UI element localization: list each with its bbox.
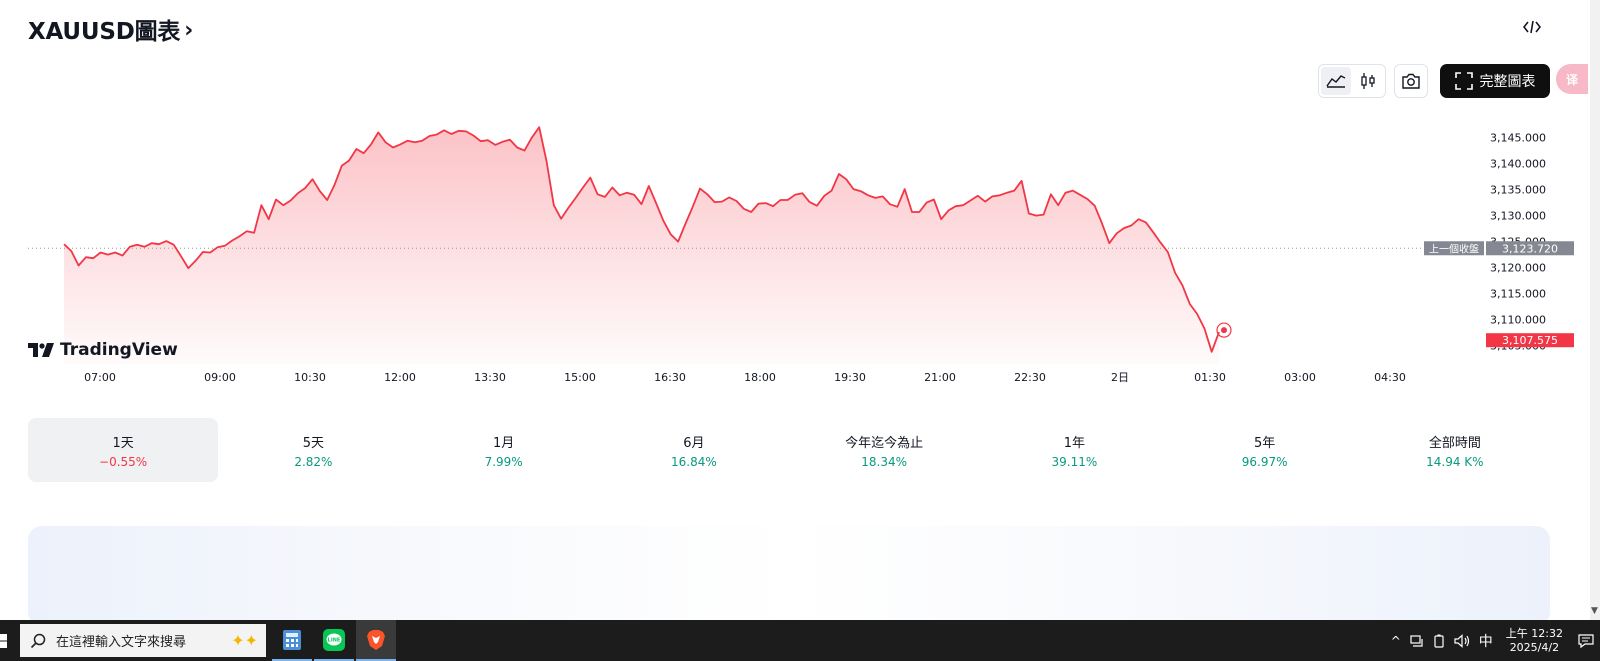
range-label: 5年: [1253, 435, 1276, 451]
show-hidden-icons-icon[interactable]: ^: [1391, 634, 1401, 648]
range-change: 2.82%: [294, 454, 333, 469]
x-axis-tick-label: 22:30: [1014, 371, 1046, 384]
range-tab-ytd[interactable]: 今年迄今為止 18.34%: [789, 418, 979, 482]
x-axis-tick-label: 10:30: [294, 371, 326, 384]
range-change: 18.34%: [861, 454, 907, 469]
tradingview-mark-icon: [28, 343, 54, 357]
live-price-dot: [1221, 327, 1227, 334]
calculator-app-icon[interactable]: [272, 620, 312, 661]
svg-text:LINE: LINE: [328, 637, 341, 643]
last-price-value: 3,107.575: [1502, 334, 1558, 347]
sparkle-icon: ✦✦: [231, 631, 258, 650]
x-axis-tick-label: 03:00: [1284, 371, 1316, 384]
brave-browser-icon[interactable]: [356, 620, 396, 661]
page: XAUUSD圖表 › 完整圖表 译 3,145.000 3,140.000 3,…: [0, 0, 1600, 661]
search-icon: [30, 633, 46, 648]
range-change: 16.84%: [670, 454, 717, 469]
input-method-indicator[interactable]: 中: [1479, 631, 1493, 651]
x-axis-tick-label: 04:30: [1374, 371, 1406, 384]
clock-time: 上午 12:32: [1505, 626, 1563, 640]
range-tab-1m[interactable]: 1月 7.99%: [409, 418, 599, 482]
x-axis-tick-label: 07:00: [84, 371, 116, 384]
x-axis-tick-label: 2日: [1111, 371, 1129, 384]
range-tab-5y[interactable]: 5年 96.97%: [1170, 418, 1360, 482]
start-button[interactable]: [0, 620, 18, 661]
price-area-fill: [64, 127, 1219, 364]
range-change: 7.99%: [484, 454, 523, 469]
scroll-down-icon[interactable]: ▼: [1591, 606, 1598, 616]
x-axis-tick-label: 13:30: [474, 371, 506, 384]
x-axis-tick-label: 21:00: [924, 371, 956, 384]
volume-icon[interactable]: [1454, 633, 1470, 648]
info-card: [28, 526, 1550, 626]
x-axis-tick-label: 09:00: [204, 371, 236, 384]
range-tab-1d[interactable]: 1天 −0.55%: [28, 418, 219, 482]
taskbar-search-box[interactable]: 在這裡輸入文字來搜尋 ✦✦: [20, 624, 266, 657]
windows-taskbar: 在這裡輸入文字來搜尋 ✦✦ LINE ^ 中 上午 12:32 2025/4/2: [0, 620, 1600, 661]
price-chart[interactable]: 3,145.000 3,140.000 3,135.000 3,130.000 3,12…: [0, 0, 1590, 400]
range-change: 39.11%: [1051, 454, 1098, 469]
range-change: 14.94 K%: [1426, 454, 1484, 469]
previous-close-value: 3,123.720: [1502, 242, 1558, 255]
y-axis-tick-label: 3,115.000: [1490, 288, 1546, 301]
x-axis-tick-label: 19:30: [834, 371, 866, 384]
x-axis-tick-label: 16:30: [654, 371, 686, 384]
previous-close-label: 上一個收盤: [1429, 242, 1479, 255]
x-axis-tick-label: 18:00: [744, 371, 776, 384]
range-tab-5d[interactable]: 5天 2.82%: [218, 418, 408, 482]
range-label: 6月: [683, 435, 705, 451]
range-label: 1月: [492, 435, 515, 451]
range-label: 全部時間: [1428, 435, 1481, 451]
x-axis-tick-label: 12:00: [384, 371, 416, 384]
x-axis-tick-label: 01:30: [1194, 371, 1226, 384]
range-change: 96.97%: [1241, 454, 1288, 469]
range-label: 今年迄今為止: [845, 435, 924, 451]
tradingview-logo[interactable]: TradingView: [28, 340, 178, 360]
time-range-tabs: 1天 −0.55% 5天 2.82% 1月 7.99% 6月 16.84% 今年…: [28, 418, 1550, 482]
search-placeholder: 在這裡輸入文字來搜尋: [56, 635, 187, 650]
range-label: 5天: [302, 435, 325, 451]
vertical-scrollbar[interactable]: [1590, 0, 1600, 620]
range-tab-all[interactable]: 全部時間 14.94 K%: [1360, 418, 1550, 482]
y-axis-tick-label: 3,145.000: [1490, 132, 1546, 145]
range-change: −0.55%: [99, 454, 148, 469]
y-axis-tick-label: 3,140.000: [1490, 158, 1546, 171]
range-label: 1天: [112, 435, 134, 451]
line-app-icon[interactable]: LINE: [314, 620, 354, 661]
range-tab-1y[interactable]: 1年 39.11%: [979, 418, 1169, 482]
range-tab-6m[interactable]: 6月 16.84%: [599, 418, 789, 482]
y-axis-tick-label: 3,120.000: [1490, 262, 1546, 275]
taskbar-clock[interactable]: 上午 12:32 2025/4/2: [1506, 627, 1563, 655]
clock-date: 2025/4/2: [1509, 640, 1560, 654]
battery-icon[interactable]: [1433, 634, 1445, 648]
y-axis-tick-label: 3,130.000: [1490, 210, 1546, 223]
windows-logo-icon: [0, 633, 7, 648]
network-icon[interactable]: [1410, 634, 1424, 647]
system-tray: ^ 中 上午 12:32 2025/4/2: [1391, 620, 1600, 661]
tradingview-logo-text: TradingView: [60, 340, 178, 360]
notifications-icon[interactable]: [1578, 633, 1594, 649]
range-label: 1年: [1063, 435, 1086, 451]
y-axis-tick-label: 3,110.000: [1490, 314, 1546, 327]
y-axis-tick-label: 3,135.000: [1490, 184, 1546, 197]
x-axis-tick-label: 15:00: [564, 371, 596, 384]
